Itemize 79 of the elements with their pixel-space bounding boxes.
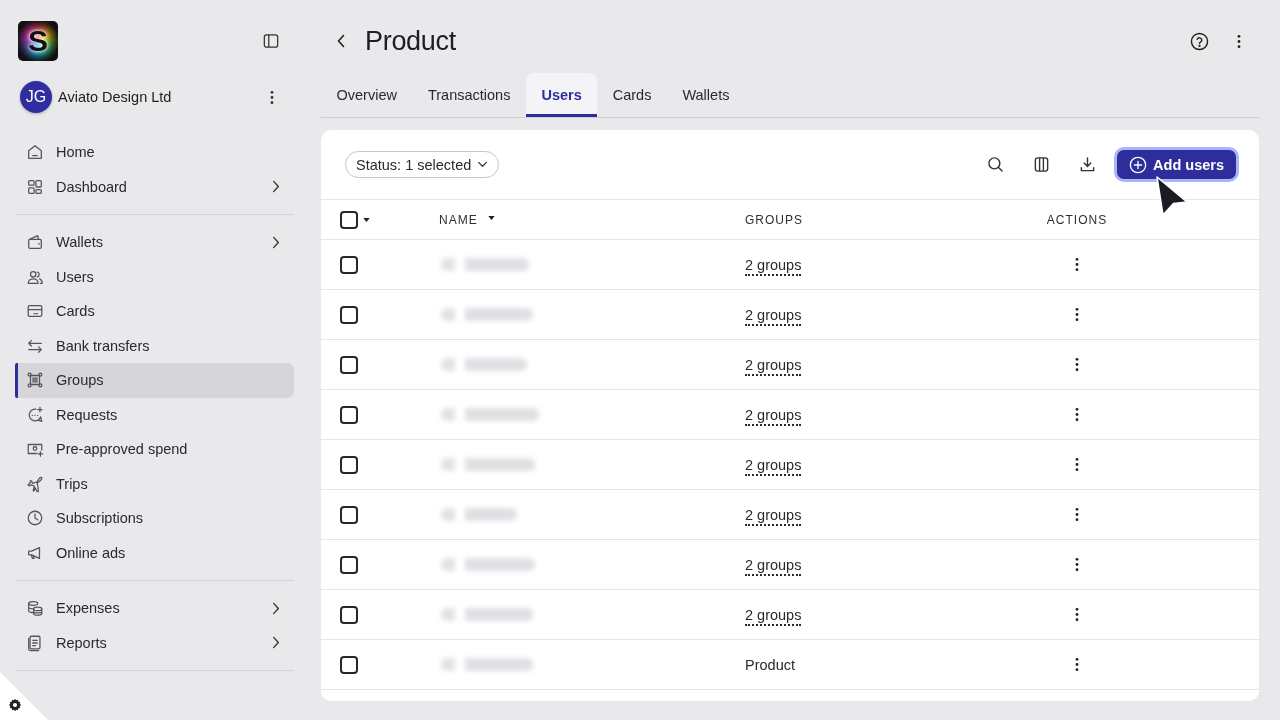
tab[interactable]: Overview: [321, 73, 413, 117]
dashboard-icon: [26, 177, 44, 196]
search-icon: [986, 156, 1004, 173]
tab[interactable]: Wallets: [666, 73, 745, 117]
row-checkbox[interactable]: [340, 605, 358, 624]
row-actions-icon[interactable]: [1075, 457, 1079, 472]
groups-count[interactable]: 2 groups: [745, 556, 802, 576]
row-checkbox[interactable]: [340, 655, 358, 674]
chat-plus-icon: [26, 405, 44, 424]
caret-down-icon[interactable]: [363, 217, 370, 222]
nav-item[interactable]: Trips: [15, 466, 294, 501]
nav-item[interactable]: Requests: [15, 397, 294, 432]
groups-count[interactable]: 2 groups: [745, 406, 802, 426]
row-checkbox[interactable]: [340, 505, 358, 524]
groups-count[interactable]: 2 groups: [745, 306, 802, 326]
row-actions-icon[interactable]: [1075, 357, 1079, 372]
home-icon: [26, 143, 44, 162]
sidebar-toggle-icon[interactable]: [263, 33, 279, 49]
column-header[interactable]: NAME: [439, 212, 478, 227]
groups-count[interactable]: 2 groups: [745, 256, 802, 276]
groups-count[interactable]: 2 groups: [745, 606, 802, 626]
groups-count[interactable]: 2 groups: [745, 506, 802, 526]
settings-icon: [8, 698, 22, 712]
wallet-icon: [26, 233, 44, 252]
add-users-button[interactable]: Add users: [1117, 150, 1236, 179]
groups-count[interactable]: 2 groups: [745, 456, 802, 476]
row-checkbox[interactable]: [340, 455, 358, 474]
row-actions-icon[interactable]: [1075, 257, 1079, 272]
row-actions-icon[interactable]: [1075, 407, 1079, 422]
settings-button[interactable]: [0, 672, 48, 720]
nav-item[interactable]: Expenses: [15, 591, 294, 626]
nav-item[interactable]: Bank transfers: [15, 328, 294, 363]
tab[interactable]: Users: [525, 73, 598, 117]
app-logo: S: [18, 21, 58, 61]
row-checkbox[interactable]: [340, 555, 358, 574]
clock-icon: [26, 509, 44, 528]
sort-caret-icon[interactable]: [487, 215, 495, 220]
account-avatar[interactable]: JG: [20, 81, 52, 113]
coins-icon: [26, 599, 44, 618]
nav-item[interactable]: Cards: [15, 294, 294, 329]
tab[interactable]: Cards: [597, 73, 667, 117]
nav-item[interactable]: Online ads: [15, 535, 294, 570]
frame-icon: [26, 371, 44, 390]
account-name: Aviato Design Ltd: [58, 89, 173, 105]
plane-icon: [26, 474, 44, 493]
plus-circle-icon: [1129, 155, 1148, 174]
columns-icon: [1032, 156, 1050, 173]
column-header: GROUPS: [745, 212, 803, 227]
back-icon[interactable]: [337, 34, 345, 48]
row-checkbox[interactable]: [340, 355, 358, 374]
status-filter[interactable]: Status: 1 selected: [345, 151, 500, 178]
page-title: Product: [365, 25, 457, 57]
row-checkbox[interactable]: [340, 405, 358, 424]
row-actions-icon[interactable]: [1075, 557, 1079, 572]
row-actions-icon[interactable]: [1075, 657, 1079, 672]
nav-item[interactable]: Home: [15, 135, 294, 170]
more-options-icon[interactable]: [1237, 33, 1241, 49]
select-all-checkbox[interactable]: [340, 210, 358, 229]
row-actions-icon[interactable]: [1075, 307, 1079, 322]
row-checkbox[interactable]: [340, 305, 358, 324]
document-icon: [26, 633, 44, 652]
nav-item[interactable]: Groups: [15, 363, 294, 398]
chevron-down-icon: [477, 161, 489, 168]
nav-item[interactable]: Reports: [15, 625, 294, 660]
column-header: ACTIONS: [1046, 212, 1108, 227]
nav-item[interactable]: Wallets: [15, 225, 294, 260]
row-checkbox[interactable]: [340, 255, 358, 274]
tab[interactable]: Transactions: [412, 73, 526, 117]
more-options-icon[interactable]: [270, 89, 274, 105]
group-name: Product: [745, 656, 795, 673]
download-icon: [1078, 156, 1096, 173]
nav-item[interactable]: Subscriptions: [15, 501, 294, 536]
nav-item[interactable]: Pre-approved spend: [15, 432, 294, 467]
help-icon[interactable]: [1190, 31, 1209, 51]
groups-count[interactable]: 2 groups: [745, 356, 802, 376]
row-actions-icon[interactable]: [1075, 507, 1079, 522]
row-actions-icon[interactable]: [1075, 607, 1079, 622]
nav-item[interactable]: Dashboard: [15, 169, 294, 204]
nav-item[interactable]: Users: [15, 259, 294, 294]
